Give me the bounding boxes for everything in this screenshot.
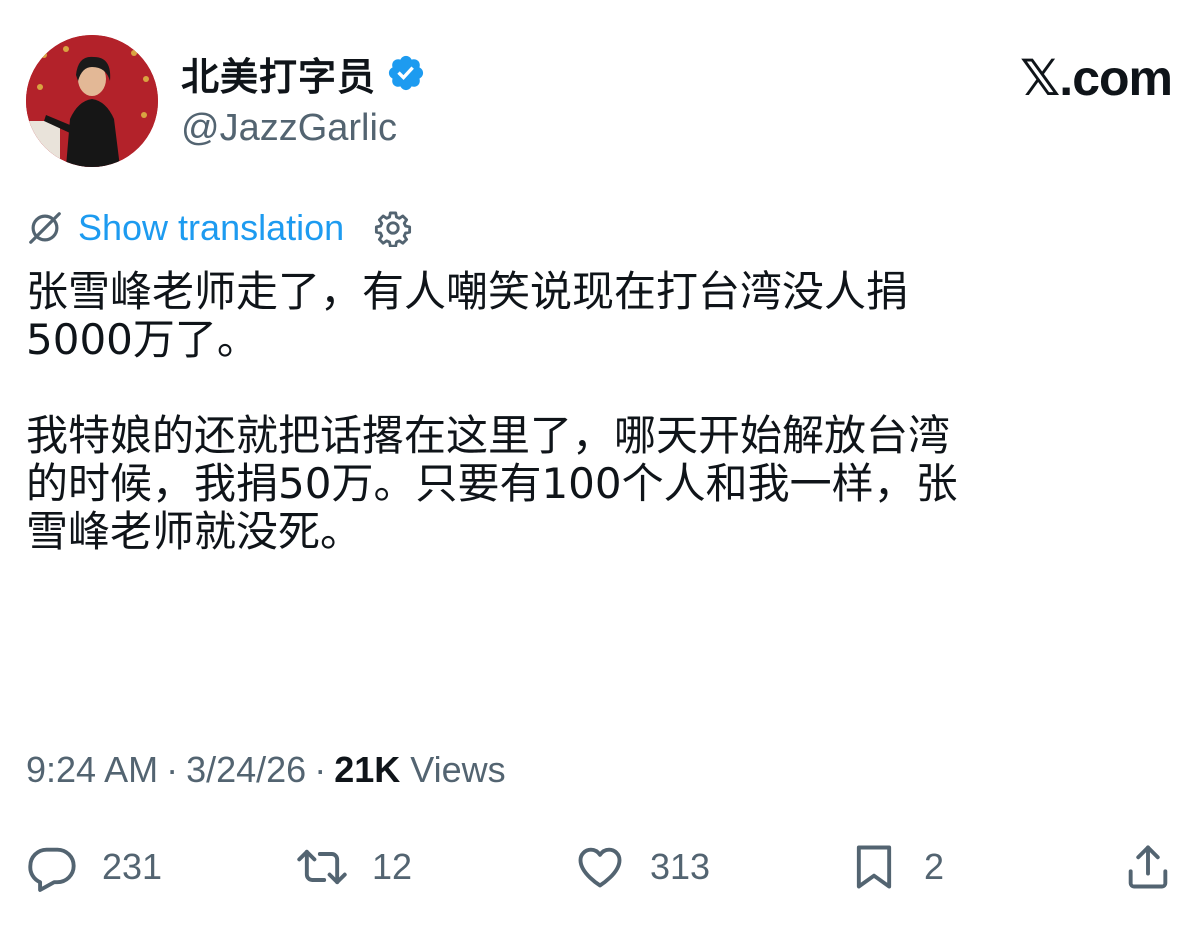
repost-button[interactable]: 12	[296, 835, 412, 899]
tweet-paragraph-1: 张雪峰老师走了，有人嘲笑说现在打台湾没人捐 5000万了。	[26, 267, 909, 364]
tweet-meta: 9:24 AM · 3/24/26 · 21K Views	[26, 745, 506, 795]
heart-icon	[578, 847, 622, 888]
gear-icon[interactable]	[374, 209, 412, 247]
tweet-text: 张雪峰老师走了，有人嘲笑说现在打台湾没人捐 5000万了。 我特娘的还就把话撂在…	[26, 268, 1176, 556]
meta-separator: ·	[166, 749, 179, 790]
avatar-image	[26, 35, 158, 167]
reply-button[interactable]: 231	[26, 835, 162, 899]
action-bar: 231 12 313 2	[26, 835, 1176, 899]
x-logo-icon: 𝕏	[1020, 49, 1060, 107]
repost-count: 12	[372, 846, 413, 887]
bookmark-icon	[856, 845, 892, 889]
tweet-paragraph-2: 我特娘的还就把话撂在这里了，哪天开始解放台湾 的时候，我捐50万。只要有100个…	[26, 411, 958, 556]
translate-icon	[29, 212, 61, 244]
share-icon	[1128, 845, 1168, 889]
reply-count: 231	[102, 846, 163, 887]
avatar[interactable]	[26, 35, 158, 167]
display-name-row: 北美打字员	[181, 49, 426, 99]
verified-badge-icon	[388, 55, 424, 91]
like-count: 313	[650, 846, 711, 887]
reply-icon	[28, 847, 76, 892]
like-button[interactable]: 313	[574, 835, 710, 899]
views-label[interactable]: Views	[410, 749, 505, 791]
share-button[interactable]	[1122, 835, 1174, 899]
tweet-header: 北美打字员 @JazzGarlic 𝕏.com	[26, 35, 1176, 167]
user-handle[interactable]: @JazzGarlic	[181, 107, 426, 150]
repost-icon	[297, 849, 347, 885]
tweet-time[interactable]: 9:24 AM	[26, 749, 158, 791]
bookmark-count: 2	[924, 846, 945, 887]
site-logo: 𝕏.com	[1020, 49, 1173, 107]
show-translation-link[interactable]: Show translation	[78, 207, 344, 249]
bookmark-button[interactable]: 2	[848, 835, 944, 899]
views-count[interactable]: 21K	[334, 749, 400, 791]
display-name[interactable]: 北美打字员	[181, 46, 376, 101]
author-block: 北美打字员 @JazzGarlic	[181, 49, 426, 150]
meta-separator: ·	[314, 749, 327, 790]
translation-row: Show translation	[26, 205, 412, 251]
site-logo-text: .com	[1059, 50, 1173, 106]
tweet-date[interactable]: 3/24/26	[186, 749, 306, 791]
